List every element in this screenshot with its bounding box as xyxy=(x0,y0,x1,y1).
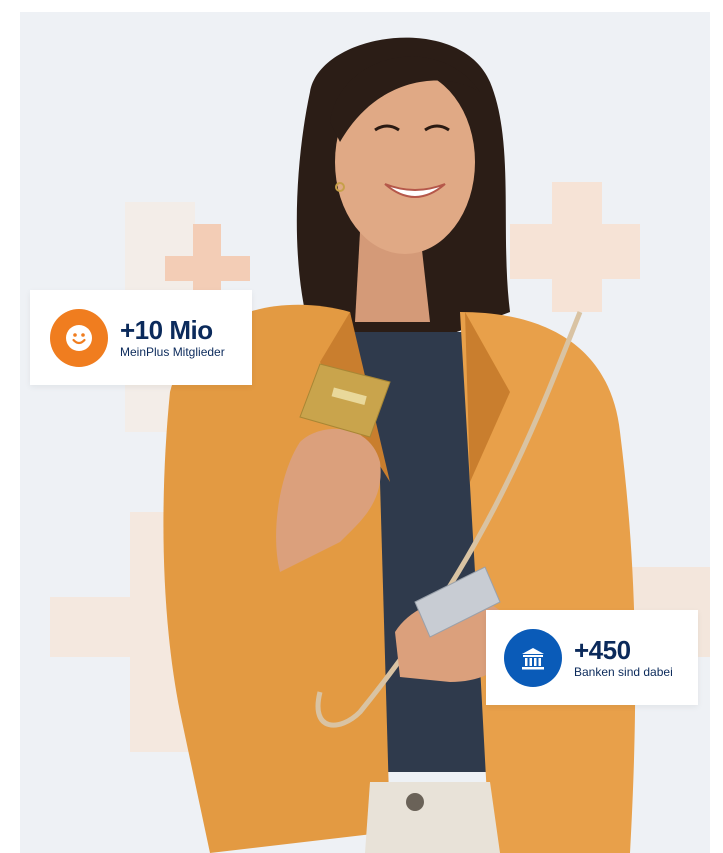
hero-image-panel: +10 Mio MeinPlus Mitglieder +450 Banken … xyxy=(20,12,710,853)
bank-icon xyxy=(504,628,562,687)
stat-value: +450 xyxy=(574,634,631,665)
woman-photo xyxy=(163,37,636,853)
stat-label: Banken sind dabei xyxy=(574,664,673,679)
stat-card-banks: +450 Banken sind dabei xyxy=(486,610,698,705)
stat-label: MeinPlus Mitglieder xyxy=(120,344,225,359)
stat-value: +10 Mio xyxy=(120,314,213,345)
stat-card-members: +10 Mio MeinPlus Mitglieder xyxy=(30,290,252,385)
smiley-icon xyxy=(50,308,108,367)
